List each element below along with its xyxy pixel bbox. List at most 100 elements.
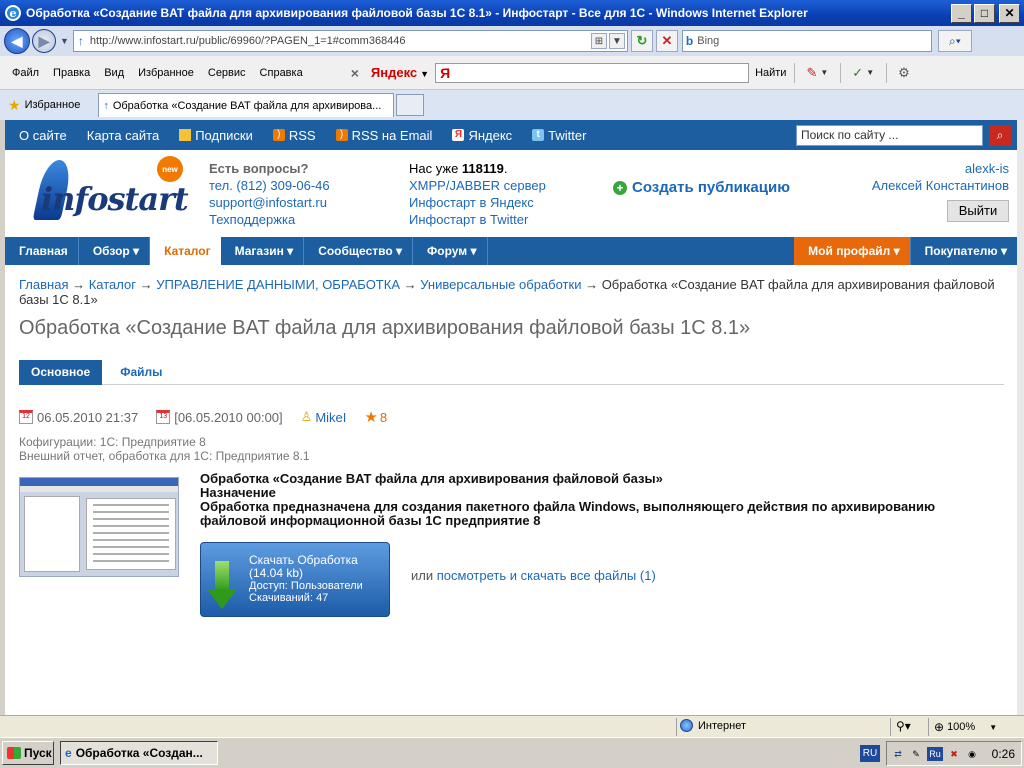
menu-edit[interactable]: Правка [53, 67, 90, 79]
close-button[interactable]: ✕ [999, 3, 1020, 23]
spellcheck-dropdown-icon[interactable]: ▼ [866, 68, 874, 77]
history-dropdown-icon[interactable]: ▼ [60, 36, 69, 46]
nav-catalog[interactable]: Каталог [150, 237, 221, 265]
search-button[interactable]: ⌕▾ [937, 30, 972, 52]
breadcrumb-link-catalog[interactable]: Каталог [89, 277, 136, 292]
maximize-button[interactable]: □ [974, 3, 995, 23]
download-count: Скачиваний: 47 [249, 592, 329, 604]
protected-mode-icon[interactable]: ⚲▾ [896, 719, 911, 733]
date-created: 06.05.2010 21:37 [37, 409, 139, 425]
url-text[interactable]: http://www.infostart.ru/public/69960/?PA… [90, 35, 591, 47]
minimize-button[interactable]: _ [951, 3, 972, 23]
top-link-rss-email[interactable]: ) RSS на Email [335, 128, 432, 143]
yandex-search-input[interactable]: Я [435, 62, 750, 83]
start-button[interactable]: Пуск [2, 741, 54, 765]
screenshot-thumbnail[interactable] [19, 477, 179, 577]
security-zone[interactable]: Интернет [680, 719, 746, 732]
back-button[interactable]: ◀ [4, 28, 30, 54]
nav-my-profile[interactable]: Мой профайл ▾ [794, 237, 911, 265]
taskbar-ie-window[interactable]: e Обработка «Создан... [60, 741, 218, 765]
site-search-button[interactable]: ⌕ [989, 124, 1011, 146]
all-files-link[interactable]: посмотреть и скачать все файлы (1) [437, 568, 656, 583]
tab-main[interactable]: Основное [19, 360, 103, 385]
user-icon: ♙ [300, 409, 313, 424]
vertical-scrollbar[interactable] [1017, 120, 1024, 715]
top-link-twitter[interactable]: t Twitter [532, 128, 586, 143]
antivirus-icon[interactable]: ✖ [947, 747, 961, 761]
menu-file[interactable]: Файл [12, 67, 39, 79]
user-count-line: Нас уже 118119. [409, 160, 546, 177]
search-input[interactable]: b Bing [681, 30, 932, 52]
top-link-subscriptions[interactable]: Подписки [179, 128, 253, 143]
menu-help[interactable]: Справка [260, 67, 303, 79]
pen-icon[interactable]: ✎ [909, 747, 923, 761]
status-divider [928, 718, 929, 736]
user-fullname-link[interactable]: Алексей Константинов [872, 177, 1009, 194]
new-tab-button[interactable] [396, 94, 425, 116]
nav-overview[interactable]: Обзор ▾ [79, 237, 151, 265]
menu-view[interactable]: Вид [104, 67, 124, 79]
ie-icon: e [5, 5, 21, 21]
browser-tab-active[interactable]: ↑ Обработка «Создание BAT файла для архи… [98, 93, 395, 117]
infostart-twitter-link[interactable]: Инфостарт в Twitter [409, 211, 546, 228]
breadcrumb-link-data-management[interactable]: УПРАВЛЕНИЕ ДАННЫМИ, ОБРАБОТКА [156, 277, 400, 292]
tab-files[interactable]: Файлы [108, 360, 174, 385]
xmpp-link[interactable]: XMPP/JABBER сервер [409, 177, 546, 194]
contacts-block: Есть вопросы? тел. (812) 309-06-46 suppo… [209, 160, 330, 228]
stop-button[interactable]: ✕ [655, 30, 678, 52]
network-icon[interactable]: ⇄ [891, 747, 905, 761]
menu-favorites[interactable]: Избранное [138, 67, 194, 79]
compat-view-icon[interactable]: ⊞ [590, 33, 607, 49]
publication-config-info: Кофигурации: 1С: Предприятие 8 Внешний о… [19, 435, 310, 463]
address-bar[interactable]: ↑ http://www.infostart.ru/public/69960/?… [72, 30, 628, 52]
bookmark-icon[interactable]: ✎ [806, 65, 817, 81]
contacts-email-link[interactable]: support@infostart.ru [209, 194, 330, 211]
menu-tools[interactable]: Сервис [208, 67, 246, 79]
breadcrumb-link-home[interactable]: Главная [19, 277, 68, 292]
username-link[interactable]: alexk-is [872, 160, 1009, 177]
top-link-rss[interactable]: ) RSS [272, 128, 316, 143]
favorites-star-icon[interactable]: ★ [8, 97, 21, 114]
infostart-logo[interactable]: infostart new [27, 156, 189, 228]
download-button[interactable]: Скачать Обработка (14.04 kb) Доступ: Пол… [200, 542, 390, 617]
settings-gear-icon[interactable]: ⚙ [898, 65, 910, 81]
refresh-button[interactable]: ↻ [630, 30, 653, 52]
twitter-icon: t [532, 129, 545, 141]
window-titlebar[interactable]: e Обработка «Создание BAT файла для архи… [0, 0, 1024, 26]
contacts-phone-link[interactable]: тел. (812) 309-06-46 [209, 177, 330, 194]
site-search-input[interactable]: Поиск по сайту ... [796, 124, 983, 146]
favorites-button[interactable]: Избранное [25, 99, 81, 111]
author-link[interactable]: MikeI [315, 410, 346, 425]
contacts-support-link[interactable]: Техподдержка [209, 211, 330, 228]
nav-buyer[interactable]: Покупателю ▾ [911, 237, 1017, 265]
breadcrumb-link-universal[interactable]: Универсальные обработки [420, 277, 581, 292]
address-dropdown-icon[interactable]: ▼ [608, 33, 625, 49]
nav-community[interactable]: Сообщество ▾ [304, 237, 414, 265]
yandex-logo[interactable]: Яндекс ▼ [371, 65, 429, 80]
top-link-about-label: О сайте [19, 127, 67, 143]
logout-button[interactable]: Выйти [947, 200, 1009, 222]
volume-icon[interactable]: ◉ [965, 747, 979, 761]
yandex-find-button[interactable]: Найти [755, 67, 786, 79]
infostart-yandex-link[interactable]: Инфостарт в Яндекс [409, 194, 546, 211]
top-link-sitemap[interactable]: Карта сайта [87, 128, 159, 143]
language-indicator[interactable]: RU [860, 745, 880, 762]
spellcheck-icon[interactable]: ✓ [852, 65, 863, 81]
nav-home[interactable]: Главная [5, 237, 79, 265]
create-publication-link[interactable]: + Создать публикацию [613, 179, 790, 196]
nav-shop[interactable]: Магазин ▾ [221, 237, 305, 265]
bookmark-dropdown-icon[interactable]: ▼ [820, 68, 828, 77]
desc-text: Обработка предназначена для создания пак… [200, 499, 936, 528]
zoom-control[interactable]: ⊕ 100% ▼ [934, 720, 997, 734]
site-top-bar: О сайте Карта сайта Подписки ) RSS ) RSS н… [5, 120, 1017, 150]
tray-language-icon[interactable]: Ru [927, 746, 943, 761]
site-header: infostart new Есть вопросы? тел. (812) 3… [5, 150, 1017, 237]
breadcrumb-separator: → [135, 277, 157, 292]
top-link-yandex[interactable]: Я Яндекс [452, 128, 512, 143]
page-viewport: О сайте Карта сайта Подписки ) RSS ) RSS н… [5, 120, 1017, 715]
forward-button[interactable]: ▶ [32, 29, 56, 53]
nav-forum[interactable]: Форум ▾ [413, 237, 488, 265]
user-count-suffix: . [503, 161, 508, 176]
top-link-about[interactable]: О сайте [19, 128, 67, 143]
yandex-toolbar-close-icon[interactable]: × [351, 65, 359, 81]
